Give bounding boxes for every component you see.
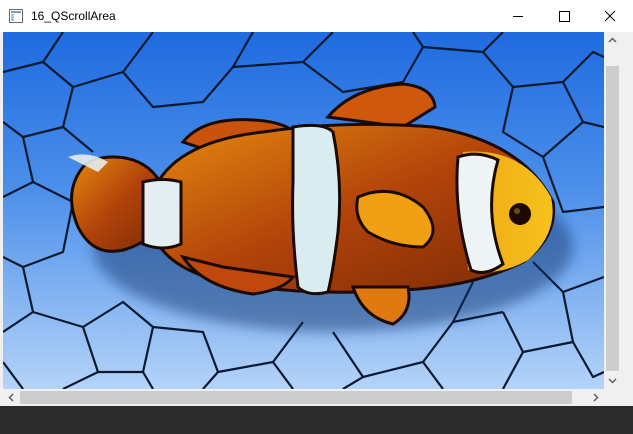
vertical-scroll-thumb[interactable]	[606, 66, 619, 371]
taskbar-strip	[0, 406, 633, 434]
window-border	[621, 32, 633, 406]
maximize-button[interactable]	[541, 0, 587, 32]
chevron-left-icon	[8, 393, 14, 402]
close-button[interactable]	[587, 0, 633, 32]
scroll-up-button[interactable]	[604, 32, 621, 49]
window-title: 16_QScrollArea	[31, 9, 116, 23]
main-window: 16_QScrollArea	[0, 0, 633, 406]
maximize-icon	[559, 11, 570, 22]
app-icon	[9, 9, 23, 23]
minimize-button[interactable]	[495, 0, 541, 32]
horizontal-scrollbar[interactable]	[3, 389, 604, 406]
scroll-corner	[604, 389, 621, 406]
horizontal-scroll-thumb[interactable]	[20, 391, 572, 404]
vertical-scrollbar[interactable]	[604, 32, 621, 389]
title-bar[interactable]: 16_QScrollArea	[0, 0, 633, 32]
scroll-area-viewport[interactable]	[3, 32, 604, 389]
chevron-down-icon	[608, 378, 617, 384]
scroll-down-button[interactable]	[604, 372, 621, 389]
chevron-right-icon	[593, 393, 599, 402]
scroll-right-button[interactable]	[587, 389, 604, 406]
chevron-up-icon	[608, 37, 617, 43]
scroll-left-button[interactable]	[3, 389, 20, 406]
clownfish-image	[3, 32, 604, 389]
minimize-icon	[513, 16, 523, 17]
close-icon	[604, 10, 616, 22]
